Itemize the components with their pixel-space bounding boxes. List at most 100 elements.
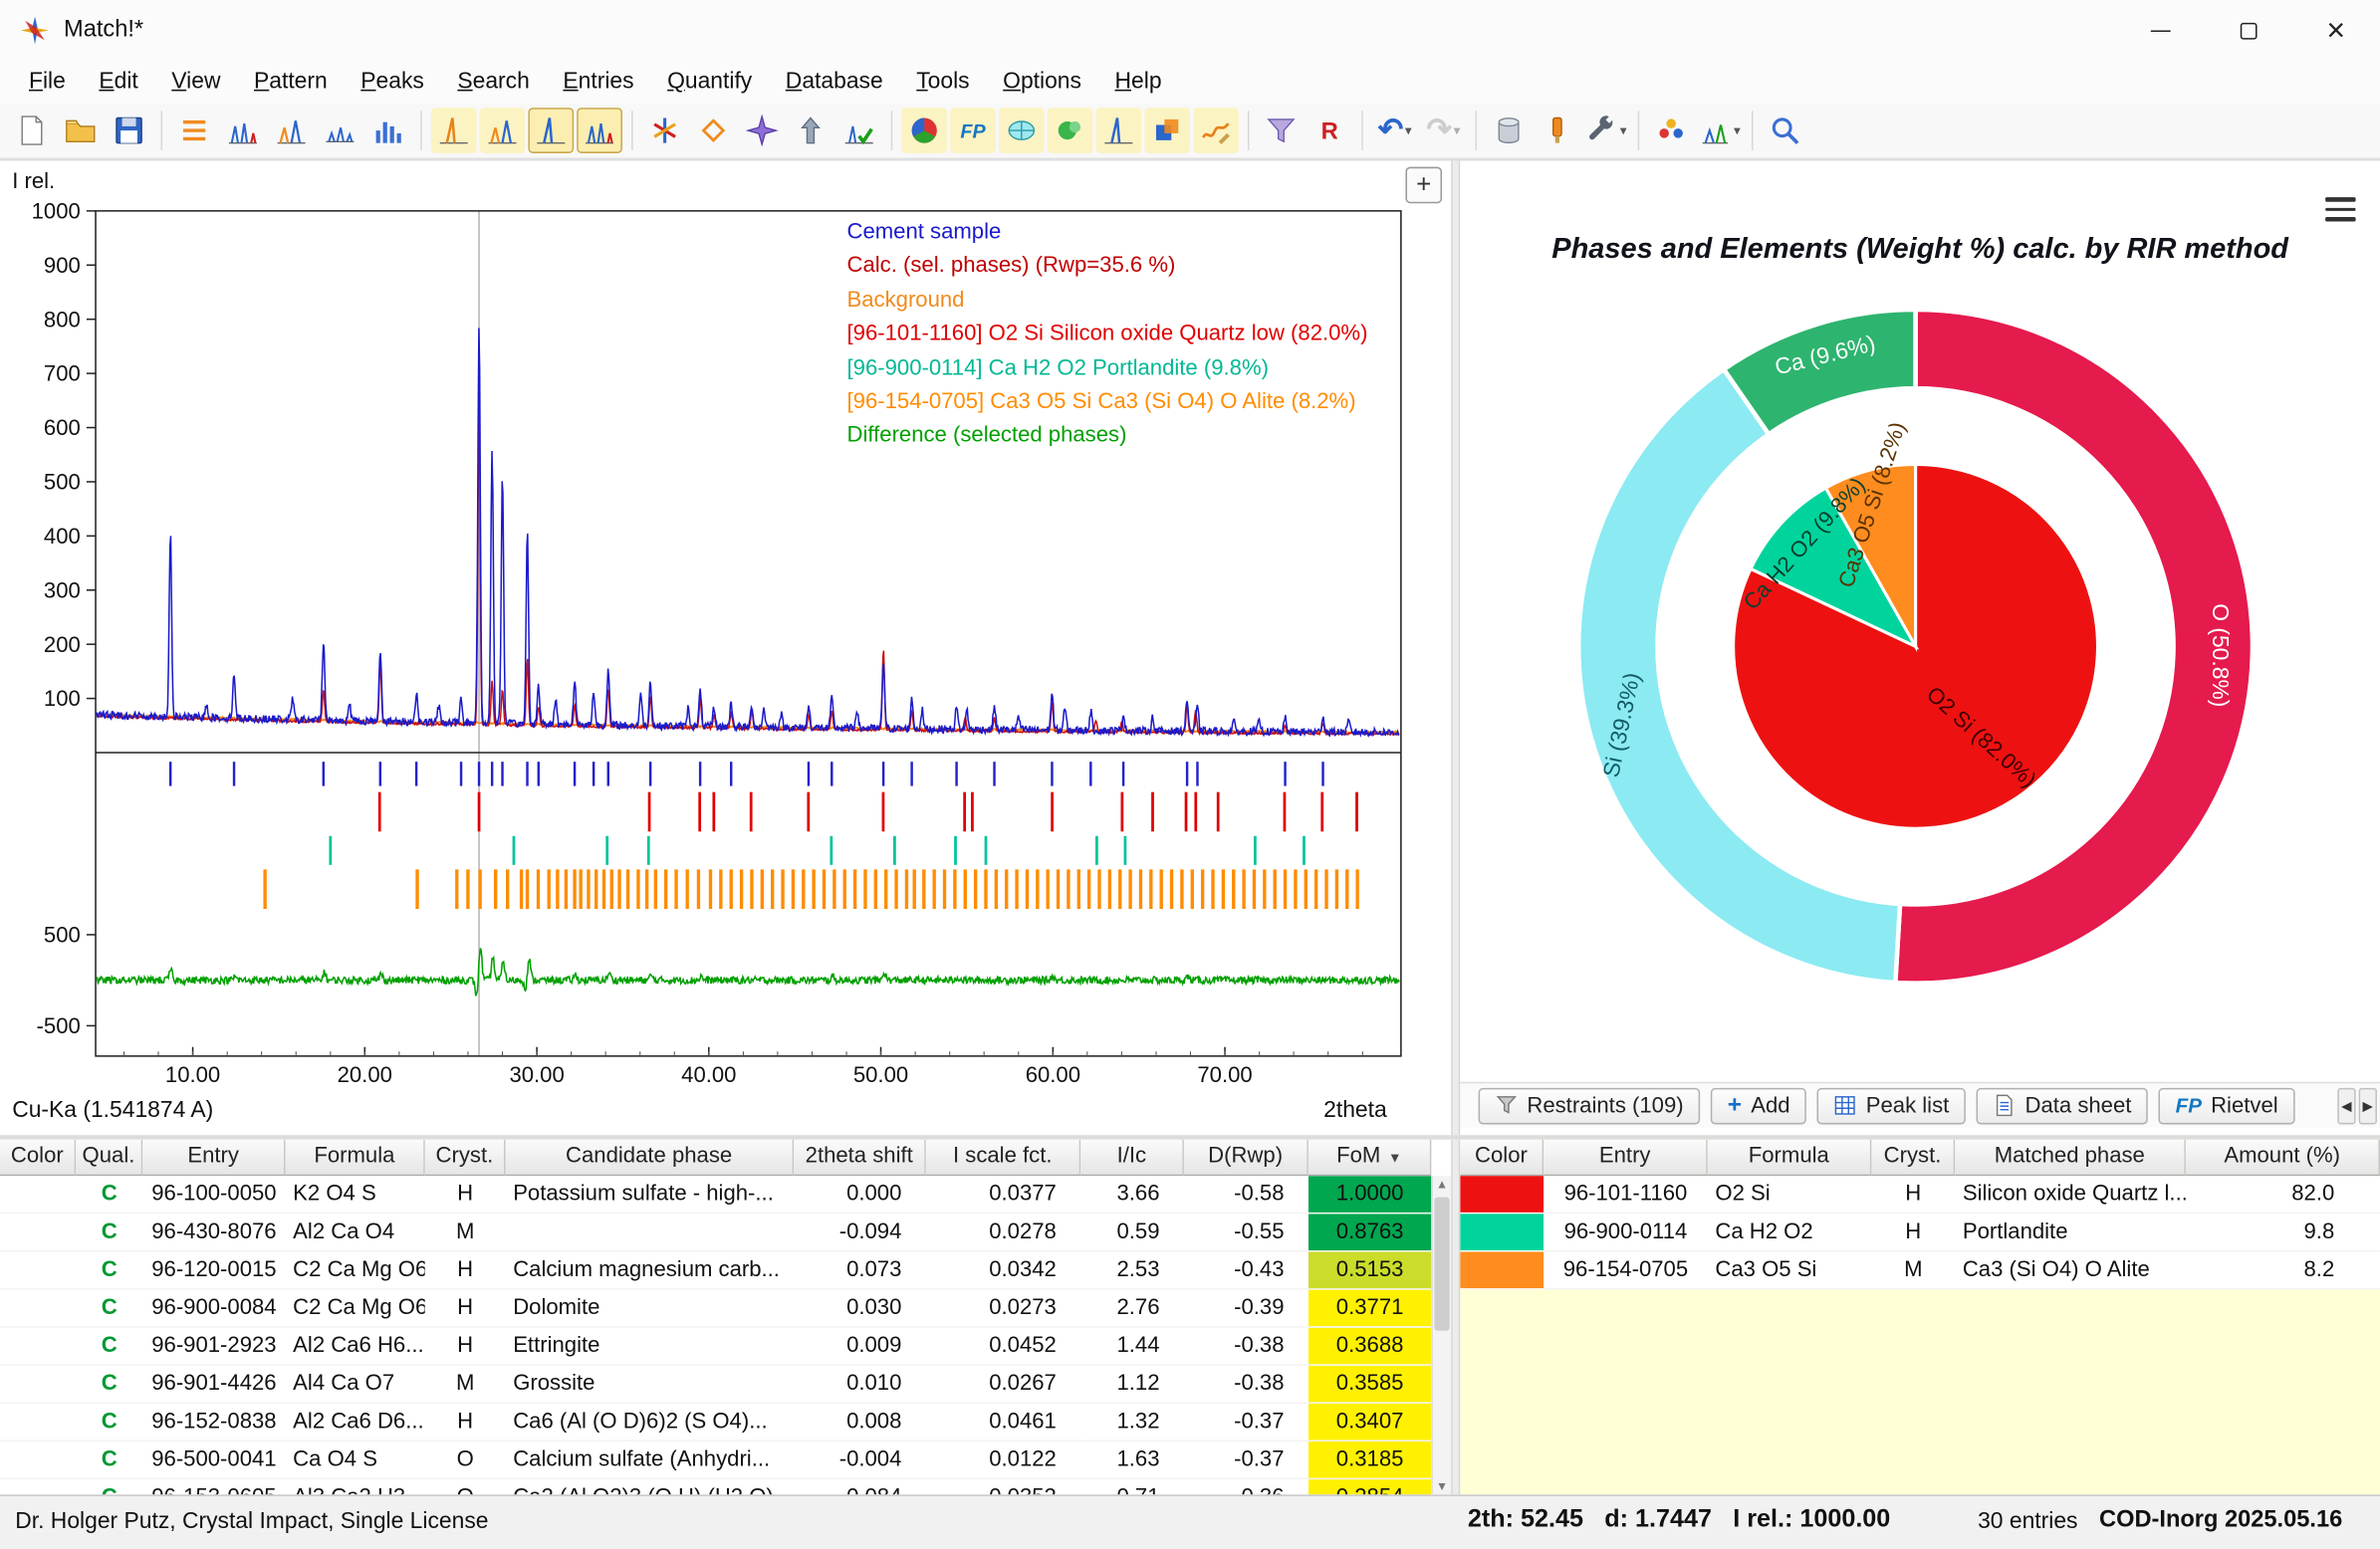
unit-cell-icon[interactable] (1144, 108, 1190, 153)
column-header-cryst-[interactable]: Cryst. (1871, 1140, 1955, 1177)
menu-options[interactable]: Options (986, 61, 1097, 104)
data-cell: Potassium sulfate - high-... (506, 1176, 795, 1214)
peak-search-icon[interactable] (642, 108, 688, 153)
table-row[interactable]: C96-100-0050K2 O4 SHPotassium sulfate - … (0, 1176, 1451, 1214)
table-row[interactable]: C96-120-0015C2 Ca Mg O6HCalcium magnesiu… (0, 1251, 1451, 1289)
signature-icon[interactable] (1193, 108, 1239, 153)
plot-zoom-button[interactable]: + (1405, 167, 1442, 204)
candidate-table-scrollbar[interactable]: ▲ ▼ (1431, 1176, 1451, 1494)
menu-view[interactable]: View (155, 61, 238, 104)
restraints-icon[interactable]: R (1307, 108, 1352, 153)
tab-scroll-right-button[interactable]: ▶ (2359, 1088, 2377, 1125)
profile-icon[interactable] (318, 108, 363, 153)
vertical-splitter[interactable] (1451, 161, 1460, 1136)
fp-icon[interactable]: FP (950, 108, 996, 153)
correction-icon[interactable] (577, 108, 622, 153)
tab-add[interactable]: + Add (1711, 1087, 1806, 1124)
tab-rietveld[interactable]: FP Rietvel (2159, 1087, 2295, 1124)
table-row[interactable]: 96-101-1160O2 SiHSilicon oxide Quartz l.… (1460, 1176, 2380, 1214)
table-row[interactable]: 96-900-0114Ca H2 O2HPortlandite9.8 (1460, 1214, 2380, 1251)
menu-help[interactable]: Help (1098, 61, 1179, 104)
save-icon[interactable] (107, 108, 152, 153)
periodic-table-icon[interactable] (1048, 108, 1093, 153)
scroll-down-icon[interactable]: ▼ (1433, 1479, 1451, 1493)
menu-database[interactable]: Database (769, 61, 899, 104)
menu-tools[interactable]: Tools (899, 61, 986, 104)
tab-restraints[interactable]: Restraints (109) (1479, 1087, 1701, 1124)
entry-list-icon[interactable] (171, 108, 217, 153)
column-header-entry[interactable]: Entry (142, 1140, 285, 1177)
matched-phases-table[interactable]: ColorEntryFormulaCryst.Matched phaseAmou… (1460, 1140, 2380, 1495)
new-file-icon[interactable] (9, 108, 55, 153)
column-header-color[interactable]: Color (0, 1140, 76, 1177)
scroll-up-icon[interactable]: ▲ (1433, 1178, 1451, 1192)
phase-colors-icon[interactable] (901, 108, 947, 153)
diffraction-plot[interactable]: 1000900800700600500400300200100500-50010… (0, 161, 1451, 1136)
column-header-matched-phase[interactable]: Matched phase (1955, 1140, 2186, 1177)
tab-data-sheet[interactable]: Data sheet (1977, 1087, 2148, 1124)
column-header-formula[interactable]: Formula (286, 1140, 425, 1177)
table-row[interactable]: C96-901-4426Al4 Ca O7MGrossite0.0100.026… (0, 1366, 1451, 1404)
histogram-icon[interactable] (365, 108, 411, 153)
profile-fitting-icon[interactable] (691, 108, 737, 153)
table-row[interactable]: C96-430-8076Al2 Ca O4M-0.0940.02780.59-0… (0, 1214, 1451, 1251)
filter-icon[interactable] (1259, 108, 1305, 153)
pie-chart-panel[interactable]: Phases and Elements (Weight %) calc. by … (1460, 161, 2380, 1082)
menu-search[interactable]: Search (441, 61, 547, 104)
table-row[interactable]: C96-153-0605Al3 Ca2 H3...OCa2 (Al O2)3 (… (0, 1479, 1451, 1494)
column-header-entry[interactable]: Entry (1544, 1140, 1708, 1177)
undo-icon[interactable]: ↶▾ (1372, 108, 1418, 153)
column-header-amount-[interactable]: Amount (%) (2186, 1140, 2380, 1177)
pattern-icon[interactable] (220, 108, 266, 153)
column-header-2theta-shift[interactable]: 2theta shift (794, 1140, 926, 1177)
column-header-candidate-phase[interactable]: Candidate phase (506, 1140, 795, 1177)
quality-cell: C (76, 1251, 142, 1289)
table-row[interactable]: 96-154-0705Ca3 O5 SiMCa3 (Si O4) O Alite… (1460, 1251, 2380, 1289)
table-row[interactable]: C96-500-0041Ca O4 SOCalcium sulfate (Anh… (0, 1441, 1451, 1479)
redo-icon[interactable]: ↷▾ (1421, 108, 1467, 153)
column-header-d-rwp-[interactable]: D(Rwp) (1184, 1140, 1309, 1177)
panel-menu-icon[interactable] (2325, 197, 2355, 227)
column-header-qual-[interactable]: Qual. (76, 1140, 142, 1177)
menu-file[interactable]: File (12, 61, 82, 104)
column-header-color[interactable]: Color (1460, 1140, 1544, 1177)
database-icon[interactable] (1486, 108, 1532, 153)
table-row[interactable]: C96-152-0838Al2 Ca6 D6...HCa6 (Al (O D)6… (0, 1404, 1451, 1441)
column-header-i-ic[interactable]: I/Ic (1080, 1140, 1184, 1177)
column-header-i-scale-fct-[interactable]: I scale fct. (926, 1140, 1080, 1177)
column-header-fom[interactable]: FoM▼ (1309, 1140, 1431, 1177)
calculated-pattern-icon[interactable] (1095, 108, 1141, 153)
strip-ka2-icon[interactable] (480, 108, 526, 153)
window-minimize-button[interactable] (2116, 0, 2204, 61)
background-icon[interactable] (431, 108, 477, 153)
scrollbar-thumb[interactable] (1434, 1198, 1449, 1331)
table-row[interactable]: C96-900-0084C2 Ca Mg O6HDolomite0.0300.0… (0, 1290, 1451, 1328)
menu-pattern[interactable]: Pattern (237, 61, 344, 104)
chart-view-icon[interactable]: ▾ (1697, 108, 1743, 153)
table-row[interactable]: C96-901-2923Al2 Ca6 H6...HEttringite0.00… (0, 1328, 1451, 1366)
open-icon[interactable] (58, 108, 104, 153)
peak-fit-icon[interactable] (269, 108, 315, 153)
options-icon[interactable] (1648, 108, 1694, 153)
column-header-cryst-[interactable]: Cryst. (425, 1140, 506, 1177)
search-zoom-icon[interactable] (1763, 108, 1808, 153)
menu-edit[interactable]: Edit (83, 61, 155, 104)
candidate-table[interactable]: ColorQual.EntryFormulaCryst.Candidate ph… (0, 1140, 1451, 1495)
tab-peak-list[interactable]: Peak list (1817, 1087, 1966, 1124)
menu-quantify[interactable]: Quantify (650, 61, 769, 104)
column-header-formula[interactable]: Formula (1708, 1140, 1872, 1177)
tables-splitter[interactable] (1451, 1140, 1460, 1495)
menu-peaks[interactable]: Peaks (345, 61, 441, 104)
select-peaks-icon[interactable] (836, 108, 882, 153)
menu-entries[interactable]: Entries (547, 61, 651, 104)
reference-database-icon[interactable] (1535, 108, 1580, 153)
window-maximize-button[interactable] (2204, 0, 2291, 61)
smooth-icon[interactable] (528, 108, 574, 153)
tab-scroll-left-button[interactable]: ◀ (2337, 1088, 2355, 1125)
peak-editing-icon[interactable] (739, 108, 785, 153)
svg-text:1000: 1000 (32, 198, 81, 223)
window-close-button[interactable]: × (2292, 0, 2380, 61)
tools-icon[interactable]: ▾ (1583, 108, 1629, 153)
import-peaks-icon[interactable] (788, 108, 833, 153)
online-database-icon[interactable] (999, 108, 1045, 153)
